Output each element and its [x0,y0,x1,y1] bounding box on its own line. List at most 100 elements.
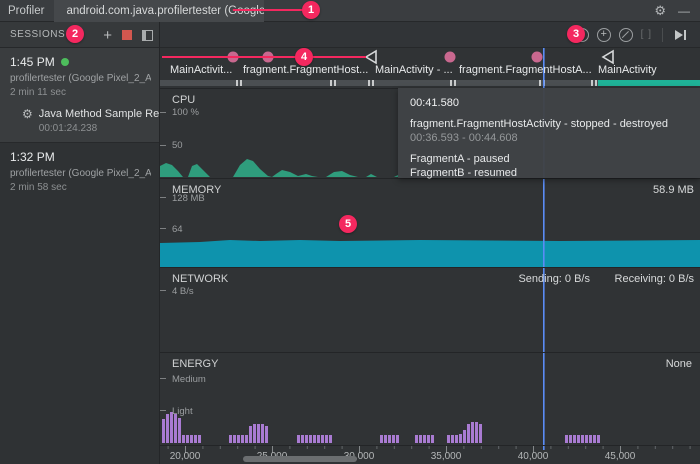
session-item-previous[interactable]: 1:32 PM profilertester (Google Pixel_2_A… [0,143,159,201]
energy-bar [396,435,399,443]
energy-bar [317,435,320,443]
timeline-main-area[interactable]: MainActivit...fragment.FragmentHost...Ma… [160,48,700,464]
memory-tick-64: 64 [172,224,183,235]
tooltip-fragment-b: FragmentB - resumed [410,167,688,179]
zoom-in-icon[interactable]: + [597,28,611,42]
energy-bar [297,435,300,443]
activity-transition-tick [330,80,332,86]
cpu-track-label: CPU [172,94,195,106]
sessions-title: SESSIONS [0,29,65,40]
axis-label-0: 20,000 [170,451,201,462]
go-live-icon[interactable] [673,28,688,42]
energy-bar [301,435,304,443]
energy-bar [573,435,576,443]
network-tick-4bs: 4 B/s [172,286,194,297]
toolbar-separator [662,28,663,42]
activity-transition-tick [450,80,452,86]
energy-bar [585,435,588,443]
stop-session-icon[interactable] [122,30,132,40]
toolbar-row: SESSIONS + − + [ ] [0,22,700,48]
y-axis-dash [160,145,166,146]
energy-bar [415,435,418,443]
activity-transition-tick [454,80,456,86]
energy-bar [475,422,478,443]
profiler-window: Profiler android.com.java.profilertester… [0,0,700,464]
activity-label-0[interactable]: MainActivit... [170,64,232,76]
network-receiving-value: Receiving: 0 B/s [615,273,694,285]
energy-bar [423,435,426,443]
zoom-to-selection-icon[interactable]: [ ] [641,29,652,40]
energy-bar [593,435,596,443]
energy-bar [392,435,395,443]
energy-bar [467,424,470,443]
section-divider [160,352,700,353]
energy-bar [178,418,181,443]
touch-event-dot[interactable] [445,52,456,63]
energy-bar [427,435,430,443]
energy-bar [597,435,600,443]
y-axis-dash [160,410,166,411]
activity-transition-tick [591,80,593,86]
annotation-badge-2: 2 [66,25,84,43]
energy-bar [182,435,185,443]
sessions-panel: 1:45 PM profilertester (Google Pixel_2_A… [0,48,160,464]
activity-bar-past[interactable] [160,80,598,86]
energy-bar [194,435,197,443]
activity-label-3[interactable]: fragment.FragmentHostA... [459,64,592,76]
energy-bar [305,435,308,443]
rotation-event-icon[interactable] [603,51,613,63]
session-duration: 2 min 58 sec [10,182,151,193]
y-axis-dash [160,378,166,379]
energy-bar [384,435,387,443]
energy-tick-light: Light [172,406,193,417]
energy-bar [313,435,316,443]
y-axis-dash [160,197,166,198]
collapse-panel-icon[interactable] [142,30,153,41]
cpu-tick-100: 100 % [172,107,199,118]
energy-bar [581,435,584,443]
tooltip-time: 00:41.580 [410,97,688,109]
new-session-icon[interactable]: + [103,28,112,43]
energy-bar [249,426,252,443]
event-tooltip: 00:41.580 fragment.FragmentHostActivity … [398,88,700,178]
session-time: 1:32 PM [10,150,55,164]
cpu-tick-50: 50 [172,140,183,151]
energy-bar [455,435,458,443]
energy-bar [589,435,592,443]
activity-transition-tick [334,80,336,86]
energy-bar [166,414,169,443]
timeline-toolbar: − + [ ] [160,22,700,48]
memory-tick-128: 128 MB [172,193,205,204]
activity-transition-tick [595,80,597,86]
energy-bar [321,435,324,443]
energy-bar [577,435,580,443]
activity-label-4[interactable]: MainActivity [598,64,657,76]
energy-bar [233,435,236,443]
settings-gear-icon[interactable]: ⚙ [654,4,666,17]
artifact-label: Java Method Sample Re... [39,108,169,120]
y-axis-dash [160,112,166,113]
energy-bar [229,435,232,443]
activity-bar-active[interactable] [598,80,700,86]
energy-bar [419,435,422,443]
session-item-current[interactable]: 1:45 PM profilertester (Google Pixel_2_A… [0,48,159,143]
activity-label-2[interactable]: MainActivity - ... [375,64,453,76]
energy-bar [237,435,240,443]
energy-bar [186,435,189,443]
energy-bar [479,424,482,443]
energy-bar [451,435,454,443]
reset-zoom-icon[interactable] [619,28,633,42]
annotation-badge-5: 5 [339,215,357,233]
activity-transition-tick [539,80,541,86]
horizontal-scrollbar[interactable] [243,456,357,462]
minimize-icon[interactable]: — [678,5,690,17]
y-axis-dash [160,228,166,229]
session-artifact-method-trace[interactable]: ⚙ Java Method Sample Re... 00:01:24.238 [10,108,151,134]
rotation-event-icon[interactable] [366,51,376,63]
session-time: 1:45 PM [10,55,55,69]
session-device: profilertester (Google Pixel_2_API... [10,168,151,179]
touch-event-dot[interactable] [532,52,543,63]
axis-label-5: 45,000 [605,451,636,462]
network-track-label: NETWORK [172,273,228,285]
artifact-timestamp: 00:01:24.238 [39,123,169,134]
